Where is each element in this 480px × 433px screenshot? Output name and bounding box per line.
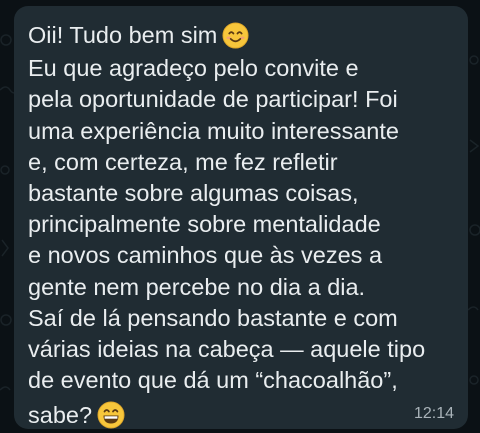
message-line: várias ideias na cabeça — aquele tipo [28,335,426,362]
greeting-line: Oii! Tudo bem sim [28,20,454,51]
closing-text: sabe? [28,402,93,429]
message-line: gente nem percebe no dia a dia. [28,273,366,300]
message-line: e novos caminhos que às vezes a [28,242,383,269]
message-line: Saí de lá pensando bastante e com [28,304,398,331]
message-line: bastante sobre algumas coisas, [28,179,359,206]
message-line: principalmente sobre mentalidade [28,211,381,238]
message-line: de evento que dá um “chacoalhão”, [28,367,398,394]
message-line: uma experiência muito interessante [28,117,399,144]
smiling-face-icon [222,22,249,57]
chat-background: Oii! Tudo bem sim Eu que agradeço pelo c… [0,0,480,433]
message-line: Eu que agradeço pelo convite e [28,55,359,82]
message-timestamp: 12:14 [413,405,454,422]
closing-line: sabe? [28,400,454,431]
grinning-face-icon [97,401,125,433]
message-line: pela oportunidade de participar! Foi [28,86,398,113]
message-bubble[interactable]: Oii! Tudo bem sim Eu que agradeço pelo c… [14,6,468,429]
message-line: e, com certeza, me fez refletir [28,148,338,175]
greeting-text: Oii! Tudo bem sim [28,22,218,48]
